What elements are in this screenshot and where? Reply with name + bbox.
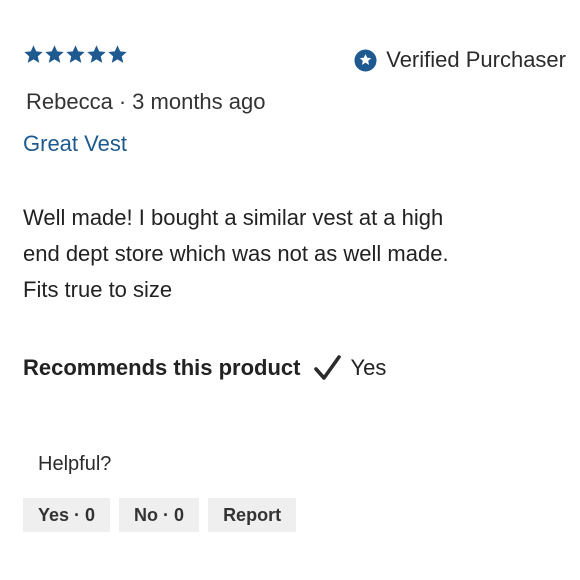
feedback-buttons: Yes · 0 No · 0 Report bbox=[23, 498, 297, 532]
star-icon bbox=[24, 45, 43, 63]
star-icon bbox=[66, 45, 85, 63]
helpful-yes-button[interactable]: Yes · 0 bbox=[23, 498, 111, 532]
rating-stars bbox=[23, 44, 128, 65]
recommend-label: Recommends this product bbox=[23, 355, 301, 380]
star-icon bbox=[87, 45, 106, 63]
report-button[interactable]: Report bbox=[208, 498, 297, 532]
review-body-line: Fits true to size bbox=[23, 277, 173, 302]
review-date: 3 months ago bbox=[132, 89, 266, 114]
review-meta: Rebecca · 3 months ago bbox=[26, 89, 265, 115]
star-in-circle-icon bbox=[354, 48, 377, 72]
verified-label: Verified Purchaser bbox=[386, 47, 566, 72]
helpful-label: Helpful? bbox=[38, 453, 112, 475]
star-icon bbox=[108, 45, 127, 63]
review-body-line: Well made! I bought a similar vest at a … bbox=[23, 205, 444, 230]
review-body: Well made! I bought a similar vest at a … bbox=[23, 200, 523, 308]
helpful-no-button[interactable]: No · 0 bbox=[119, 498, 200, 532]
review-body-line: end dept store which was not as well mad… bbox=[23, 241, 449, 266]
star-icon bbox=[45, 45, 64, 63]
meta-separator: · bbox=[118, 89, 127, 114]
checkmark-icon bbox=[314, 355, 342, 380]
recommend-value: Yes bbox=[350, 355, 387, 380]
author-name: Rebecca bbox=[26, 89, 113, 114]
recommendation: Recommends this product Yes bbox=[23, 353, 386, 383]
review-title: Great Vest bbox=[23, 131, 127, 156]
verified-purchaser-badge: Verified Purchaser bbox=[354, 47, 566, 73]
